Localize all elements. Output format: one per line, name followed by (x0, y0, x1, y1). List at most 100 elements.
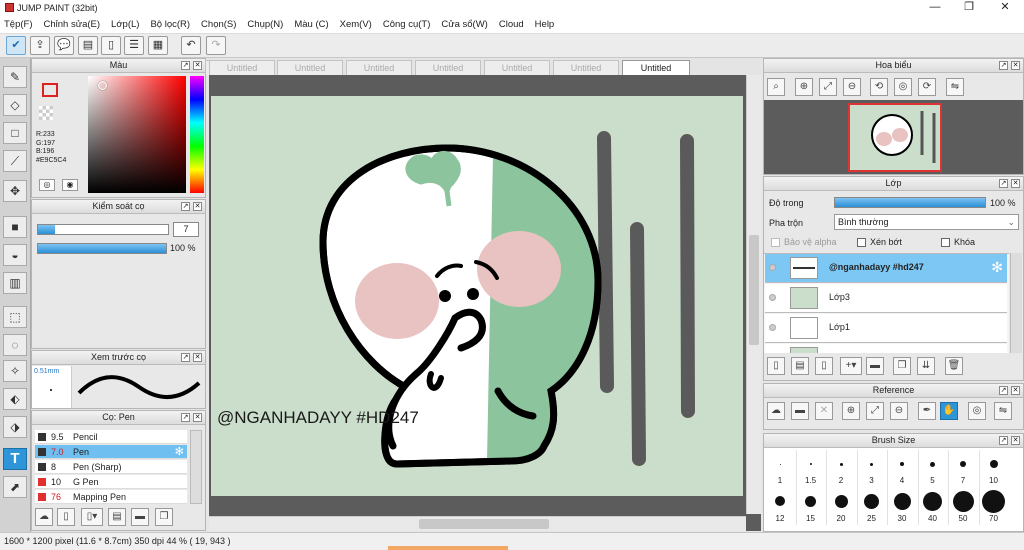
panel-close-icon[interactable]: ✕ (193, 202, 202, 211)
brush-size-dot-a-4[interactable] (900, 462, 904, 466)
menu-help[interactable]: Help (535, 19, 555, 30)
layer-list-scrollbar[interactable] (1010, 253, 1022, 353)
panel-popout-icon[interactable]: ↗ (181, 61, 190, 70)
brush-size-dot-a-5[interactable] (930, 461, 935, 467)
navigator-thumbnail[interactable] (848, 103, 942, 172)
panel-close-icon[interactable]: ✕ (193, 413, 202, 422)
panel-popout-icon[interactable]: ↗ (181, 353, 190, 362)
brush-size-dot-b-7[interactable] (982, 489, 1005, 513)
text-tool-icon[interactable]: T (3, 448, 27, 470)
layer-item-watermark[interactable]: @nganhadayy #hd247 ✻ (765, 254, 1007, 283)
tab-untitled-4[interactable]: Untitled (415, 60, 481, 75)
menu-color[interactable]: Màu (C) (294, 19, 328, 30)
visibility-icon[interactable] (769, 294, 776, 301)
delete-layer-icon[interactable]: 🗑 (945, 357, 963, 375)
brush-size-dot-b-3[interactable] (864, 493, 879, 509)
check-icon[interactable]: ✔ (6, 36, 26, 55)
add-brush-icon[interactable]: ▯▾ (81, 508, 103, 526)
gear-icon[interactable]: ✻ (991, 259, 1003, 276)
menu-capture[interactable]: Chụp(N) (247, 19, 283, 30)
brush-size-dot-b-2[interactable] (834, 494, 848, 508)
menu-select[interactable]: Chọn(S) (201, 19, 236, 30)
panel-close-icon[interactable]: ✕ (1011, 179, 1020, 188)
open-folder-icon[interactable]: ▬ (791, 402, 809, 420)
brush-size-dot-a-1[interactable] (809, 463, 812, 465)
brush-size-dot-a-7[interactable] (989, 460, 998, 468)
lasso-tool-icon[interactable]: ◌ (3, 334, 27, 356)
speech-box-icon[interactable]: ▤ (78, 36, 98, 55)
eraser-tool-icon[interactable]: ◇ (3, 94, 27, 116)
brush-opacity-slider[interactable] (37, 243, 167, 254)
brush-size-dot-b-1[interactable] (805, 495, 816, 507)
tab-untitled-5[interactable]: Untitled (484, 60, 550, 75)
visibility-icon[interactable] (769, 264, 776, 271)
layer-item-partial[interactable] (765, 344, 1007, 353)
lock-checkbox[interactable]: Khóa (941, 237, 975, 248)
brush-size-dot-a-0[interactable] (779, 463, 781, 465)
new-brush-icon[interactable]: ▯ (57, 508, 75, 526)
move-tool-icon[interactable]: ✥ (3, 180, 27, 202)
panel-close-icon[interactable]: ✕ (193, 61, 202, 70)
gear-icon[interactable]: ✻ (175, 445, 184, 459)
zoom-in-icon[interactable]: ⊕ (795, 78, 813, 96)
fit-view-icon[interactable]: ⤢ (819, 78, 837, 96)
grid-icon[interactable]: ▦ (148, 36, 168, 55)
brush-item-pen[interactable]: 7.0 Pen ✻ (35, 445, 187, 459)
magic-wand-tool-icon[interactable]: ✧ (3, 360, 27, 382)
menu-window[interactable]: Cửa sổ(W) (441, 19, 487, 30)
foreground-color-swatch[interactable] (42, 83, 58, 97)
folder-icon[interactable]: ▬ (131, 508, 149, 526)
menu-edit[interactable]: Chỉnh sửa(E) (44, 19, 101, 30)
tab-untitled-3[interactable]: Untitled (346, 60, 412, 75)
brush-size-dot-b-4[interactable] (893, 492, 911, 510)
layer-folder-icon[interactable]: ▬ (866, 357, 884, 375)
blend-mode-select[interactable]: Bình thường ⌄ (834, 214, 1019, 230)
zoom-out-icon[interactable]: ⊖ (843, 78, 861, 96)
menu-cloud[interactable]: Cloud (499, 19, 524, 30)
canvas-horizontal-scrollbar[interactable] (209, 516, 746, 531)
export-icon[interactable]: ⇪ (30, 36, 50, 55)
lasso-pen-tool-icon[interactable]: ⟋ (3, 150, 27, 172)
saturation-value-picker[interactable] (88, 76, 186, 193)
brush-size-dot-a-6[interactable] (960, 461, 966, 467)
menu-layer[interactable]: Lớp(L) (111, 19, 139, 30)
rotate-icon[interactable]: ◎ (968, 402, 986, 420)
merge-layer-icon[interactable]: ⇊ (917, 357, 935, 375)
fit-view-icon[interactable]: ⤢ (866, 402, 884, 420)
gradient-tool-icon[interactable]: ▥ (3, 272, 27, 294)
brush-size-dot-a-3[interactable] (870, 462, 873, 466)
panel-popout-icon[interactable]: ↗ (999, 436, 1008, 445)
brush-size-dot-a-2[interactable] (839, 462, 843, 466)
list-icon[interactable]: ☰ (124, 36, 144, 55)
visibility-icon[interactable] (769, 324, 776, 331)
drawing-canvas[interactable]: @NGANHADAYY #HD247 (211, 96, 743, 496)
menu-tools[interactable]: Công cụ(T) (383, 19, 431, 30)
panel-popout-icon[interactable]: ↗ (999, 386, 1008, 395)
brush-size-dot-b-6[interactable] (952, 490, 974, 512)
panel-popout-icon[interactable]: ↗ (181, 202, 190, 211)
rotate-right-icon[interactable]: ⟳ (918, 78, 936, 96)
color-picker-cursor[interactable] (98, 81, 107, 90)
pen-tool-icon[interactable]: ✎ (3, 66, 27, 88)
new-layer-8bit-icon[interactable]: ▤ (791, 357, 809, 375)
menu-filter[interactable]: Bộ lọc(R) (150, 19, 190, 30)
brush-item-mapping-pen[interactable]: 76 Mapping Pen (35, 490, 187, 504)
undo-button[interactable]: ↶ (181, 36, 201, 55)
layer-item-lop1[interactable]: Lớp1 (765, 314, 1007, 343)
cloud-brush-icon[interactable]: ☁ (35, 508, 53, 526)
new-layer-icon[interactable]: ▯ (767, 357, 785, 375)
close-reference-icon[interactable]: ✕ (815, 402, 833, 420)
page-icon[interactable]: ▯ (101, 36, 121, 55)
brush-settings-icon[interactable]: ▤ (108, 508, 126, 526)
panel-close-icon[interactable]: ✕ (1011, 61, 1020, 70)
layer-item-lop3[interactable]: Lớp3 (765, 284, 1007, 313)
panel-popout-icon[interactable]: ↗ (999, 179, 1008, 188)
brush-size-value[interactable]: 7 (173, 222, 199, 237)
eyedropper-icon[interactable]: ◉ (62, 179, 78, 191)
select-eraser-tool-icon[interactable]: ⬗ (3, 416, 27, 438)
canvas-vertical-scrollbar[interactable] (746, 75, 761, 514)
eyedropper-icon[interactable]: ✒ (918, 402, 936, 420)
select-pen-tool-icon[interactable]: ⬖ (3, 388, 27, 410)
copy-brush-icon[interactable]: ❐ (155, 508, 173, 526)
brush-item-g-pen[interactable]: 10 G Pen (35, 475, 187, 489)
